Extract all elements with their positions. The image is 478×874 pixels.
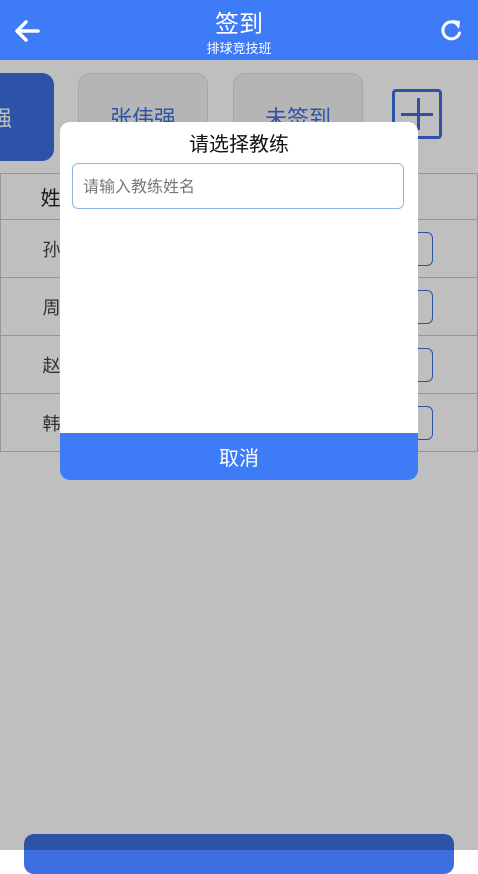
- cancel-button[interactable]: 取消: [60, 433, 418, 480]
- refresh-icon: [441, 20, 461, 41]
- refresh-button[interactable]: [438, 16, 464, 44]
- select-coach-dialog: 请选择教练 取消: [60, 122, 418, 480]
- page-subtitle: 排球竞技班: [206, 42, 272, 57]
- top-bar: 签到 排球竞技班: [0, 0, 478, 60]
- coach-search-input[interactable]: [72, 163, 404, 209]
- page-title: 签到: [215, 10, 263, 38]
- dialog-title: 请选择教练: [189, 132, 289, 156]
